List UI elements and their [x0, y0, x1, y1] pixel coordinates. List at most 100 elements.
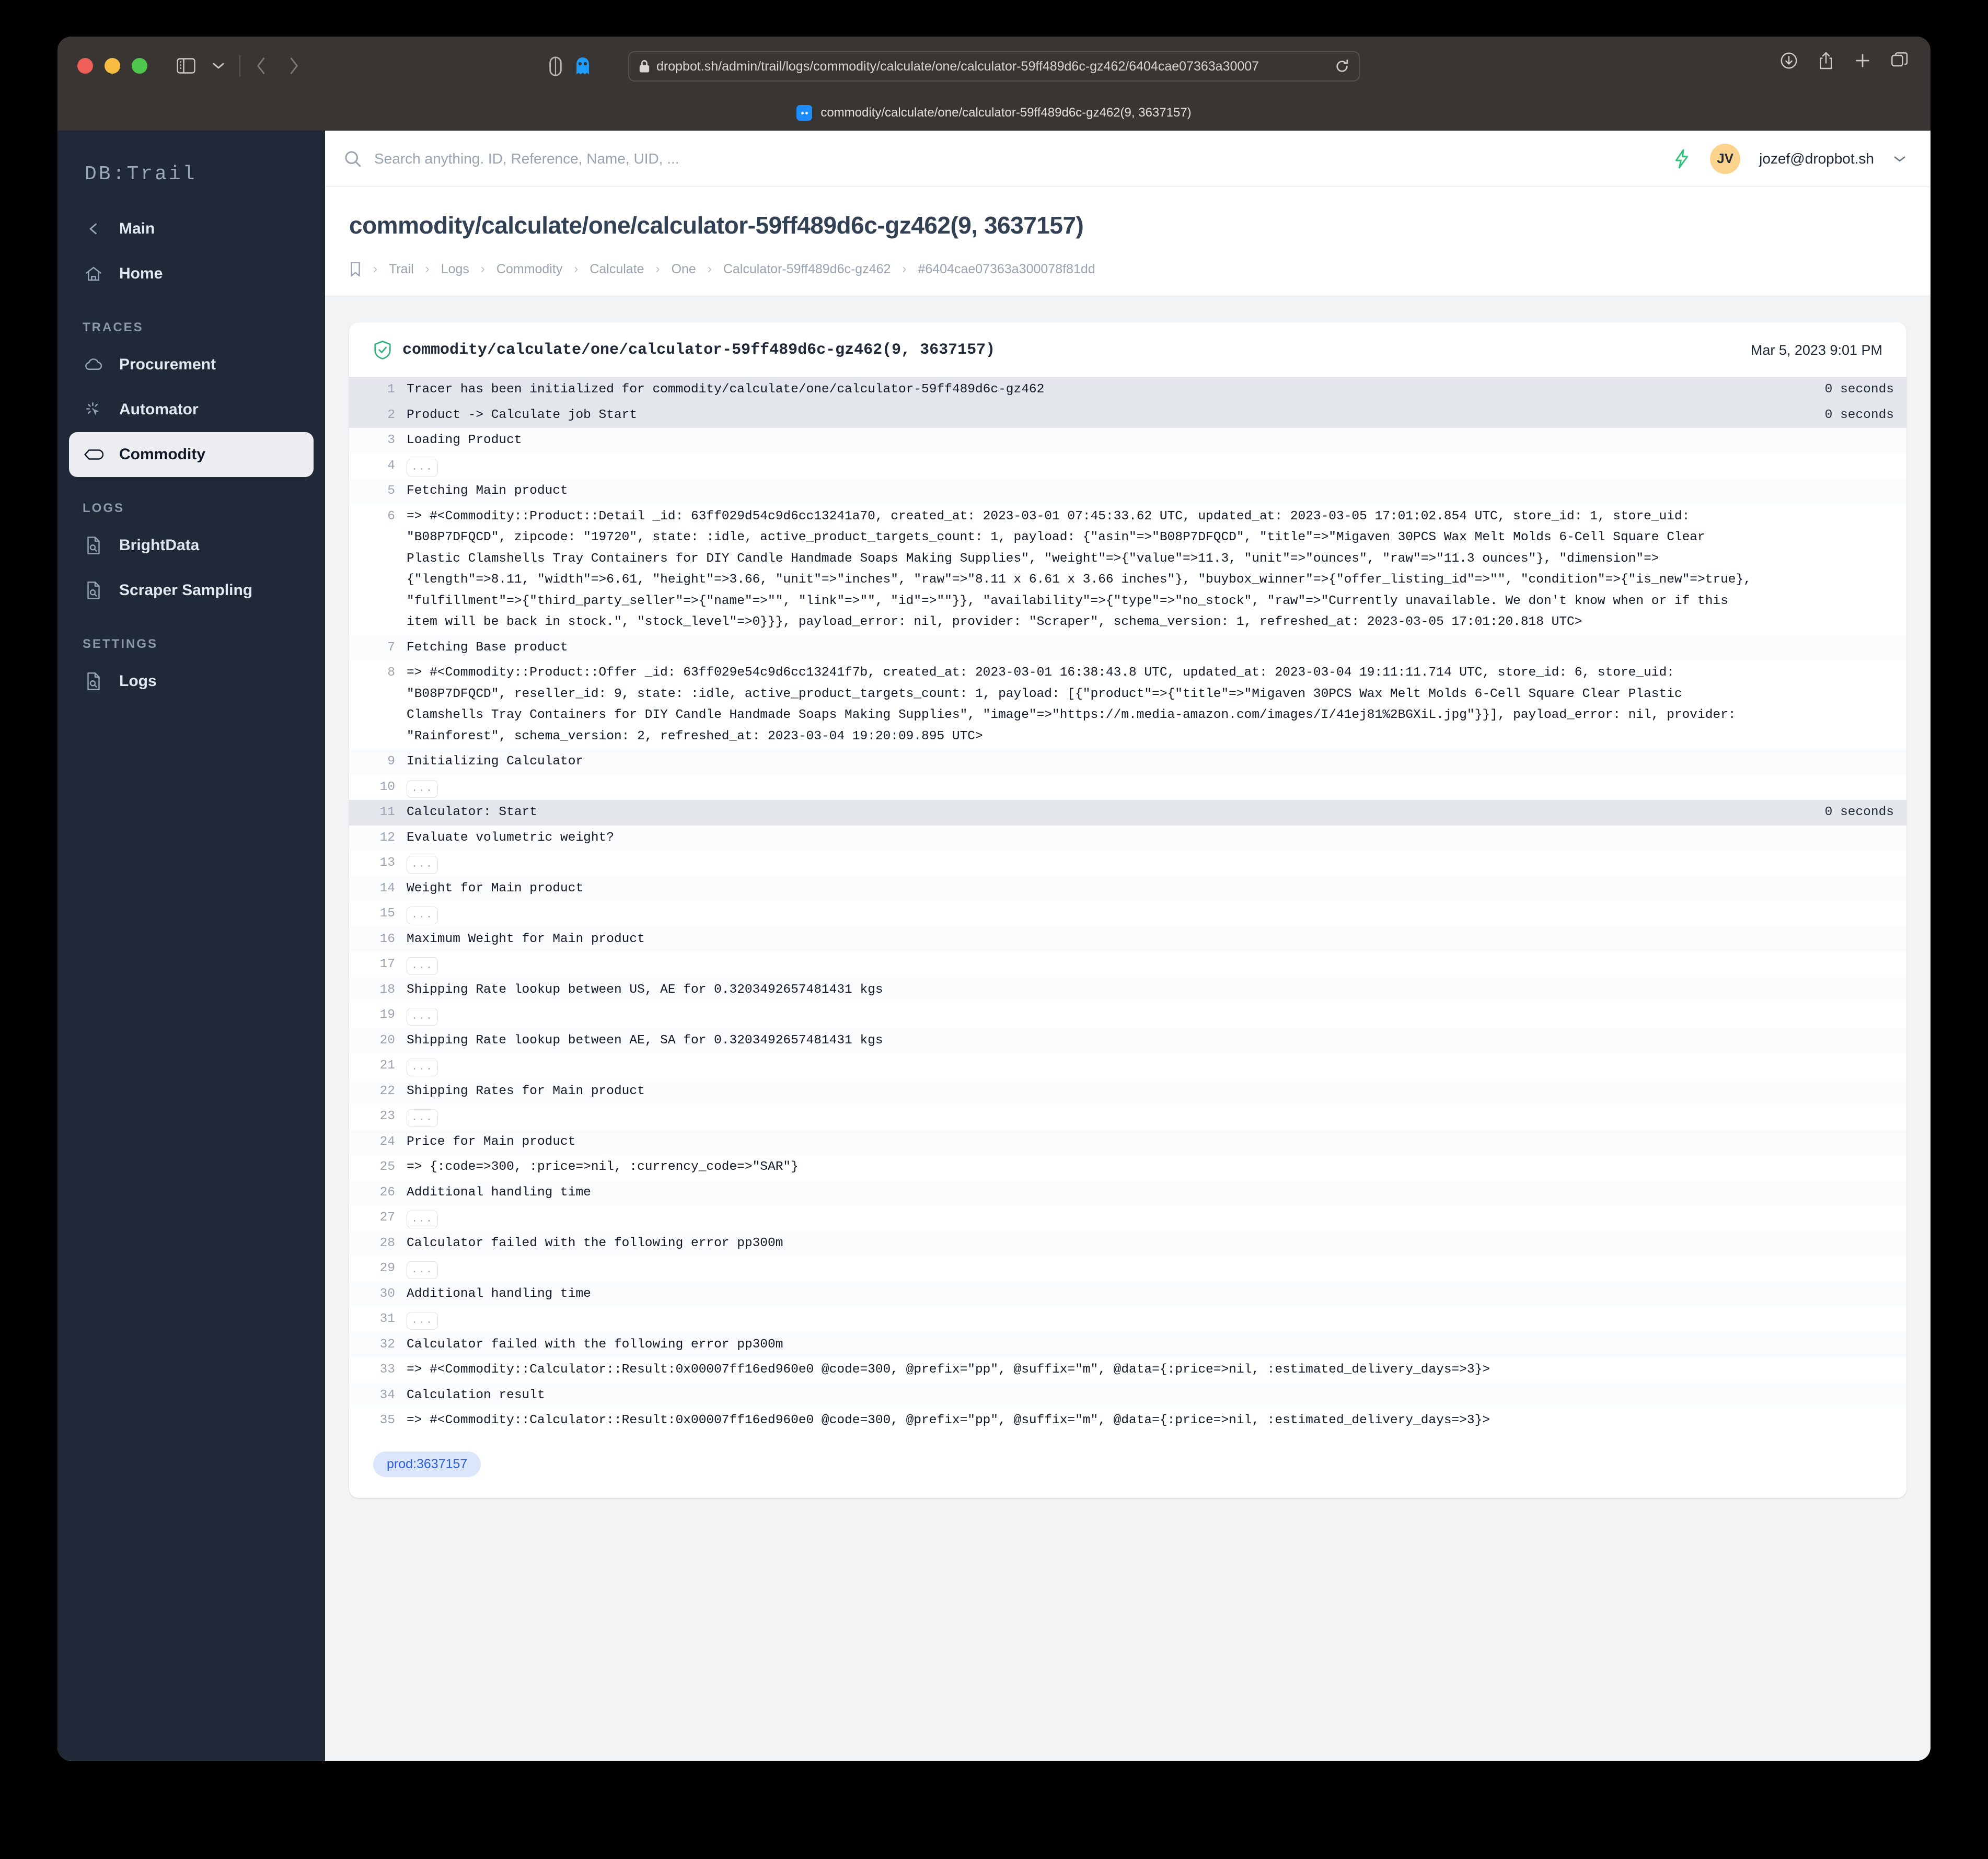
breadcrumb-item-trail[interactable]: Trail [389, 262, 414, 277]
breadcrumb-item-logs[interactable]: Logs [441, 262, 469, 277]
reload-icon[interactable] [1335, 59, 1349, 74]
log-row[interactable]: 25 => {:code=>300, :price=>nil, :currenc… [349, 1155, 1906, 1180]
maximize-window-button[interactable] [132, 58, 147, 74]
reader-mode-icon[interactable] [549, 56, 562, 76]
downloads-icon[interactable] [1780, 52, 1798, 69]
log-line-number: 30 [379, 1286, 395, 1301]
global-search[interactable] [344, 150, 1673, 168]
log-row[interactable]: 32 Calculator failed with the following … [349, 1332, 1906, 1357]
log-row[interactable]: 15 ... [349, 901, 1906, 927]
log-row[interactable]: 1 Tracer has been initialized for commod… [349, 377, 1906, 403]
log-row[interactable]: 11 Calculator: Start 0 seconds [349, 800, 1906, 826]
log-row[interactable]: 3 Loading Product [349, 428, 1906, 454]
log-row[interactable]: 22 Shipping Rates for Main product [349, 1078, 1906, 1104]
expand-ellipsis-button[interactable]: ... [407, 957, 438, 975]
log-row[interactable]: 16 Maximum Weight for Main product [349, 926, 1906, 952]
log-row[interactable]: 14 Weight for Main product [349, 876, 1906, 901]
breadcrumb-item-commodity[interactable]: Commodity [496, 262, 562, 277]
sidebar-item-brightdata[interactable]: BrightData [69, 523, 314, 568]
expand-ellipsis-button[interactable]: ... [407, 1211, 438, 1229]
status-badge[interactable]: prod:3637157 [373, 1451, 481, 1477]
expand-ellipsis-button[interactable]: ... [407, 1312, 438, 1330]
log-row[interactable]: 10 ... [349, 774, 1906, 800]
log-row[interactable]: 34 Calculation result [349, 1382, 1906, 1408]
log-line-duration: 0 seconds [1824, 805, 1894, 819]
tab-overview-icon[interactable] [1891, 52, 1909, 69]
sidebar-item-commodity[interactable]: Commodity [69, 432, 314, 477]
sidebar-item-automator[interactable]: Automator [69, 387, 314, 432]
minimize-window-button[interactable] [105, 58, 120, 74]
log-row[interactable]: 9 Initializing Calculator [349, 749, 1906, 775]
breadcrumb-item-one[interactable]: One [672, 262, 696, 277]
active-tab-title[interactable]: commodity/calculate/one/calculator-59ff4… [820, 106, 1191, 120]
log-row[interactable]: 6 => #<Commodity::Product::Detail _id: 6… [349, 504, 1906, 635]
breadcrumb-item-calculate[interactable]: Calculate [590, 262, 644, 277]
window-controls [77, 58, 147, 74]
log-row[interactable]: 24 Price for Main product [349, 1129, 1906, 1155]
breadcrumb-item-id[interactable]: #6404cae07363a300078f81dd [918, 262, 1095, 277]
expand-ellipsis-button[interactable]: ... [407, 1008, 438, 1026]
sidebar-toggle-icon[interactable] [171, 51, 201, 80]
log-row[interactable]: 20 Shipping Rate lookup between AE, SA f… [349, 1028, 1906, 1053]
log-row[interactable]: 8 => #<Commodity::Product::Offer _id: 63… [349, 660, 1906, 749]
sidebar-item-logs[interactable]: Logs [69, 659, 314, 704]
avatar[interactable]: JV [1710, 143, 1741, 174]
log-line-text: Loading Product [407, 433, 522, 447]
expand-ellipsis-button[interactable]: ... [407, 458, 438, 477]
log-row[interactable]: 29 ... [349, 1256, 1906, 1282]
expand-ellipsis-button[interactable]: ... [407, 907, 438, 925]
forward-button[interactable] [279, 51, 308, 80]
log-row[interactable]: 27 ... [349, 1205, 1906, 1231]
expand-ellipsis-button[interactable]: ... [407, 856, 438, 874]
log-row[interactable]: 31 ... [349, 1307, 1906, 1332]
log-line-number: 29 [379, 1261, 395, 1275]
expand-ellipsis-button[interactable]: ... [407, 1109, 438, 1128]
log-row[interactable]: 19 ... [349, 1003, 1906, 1028]
search-input[interactable] [374, 150, 1673, 167]
log-row[interactable]: 2 Product -> Calculate job Start 0 secon… [349, 402, 1906, 428]
trace-card-date: Mar 5, 2023 9:01 PM [1750, 342, 1882, 358]
log-line-text: Product -> Calculate job Start [407, 408, 638, 422]
log-row[interactable]: 21 ... [349, 1053, 1906, 1079]
sidebar-item-home[interactable]: Home [69, 251, 314, 296]
browser-toolbar-right [1780, 51, 1909, 70]
lightning-icon[interactable] [1672, 148, 1691, 169]
share-icon[interactable] [1818, 51, 1834, 70]
new-tab-icon[interactable] [1854, 52, 1871, 69]
sidebar-item-procurement[interactable]: Procurement [69, 342, 314, 387]
back-button[interactable] [247, 51, 276, 80]
log-row[interactable]: 23 ... [349, 1104, 1906, 1130]
breadcrumb-home-icon[interactable] [349, 261, 362, 277]
log-line-duration: 0 seconds [1824, 408, 1894, 422]
log-row[interactable]: 35 => #<Commodity::Calculator::Result:0x… [349, 1408, 1906, 1434]
app-brand: DB:Trail [85, 163, 197, 185]
log-row[interactable]: 30 Additional handling time [349, 1281, 1906, 1307]
log-lines: 1 Tracer has been initialized for commod… [349, 377, 1906, 1434]
log-row[interactable]: 7 Fetching Base product [349, 635, 1906, 660]
log-row[interactable]: 12 Evaluate volumetric weight? [349, 825, 1906, 851]
sidebar-item-main[interactable]: Main [69, 206, 314, 251]
breadcrumb-item-calculator[interactable]: Calculator-59ff489d6c-gz462 [723, 262, 891, 277]
sidebar-item-scraper-sampling[interactable]: Scraper Sampling [69, 568, 314, 613]
lock-icon [639, 60, 650, 73]
log-row[interactable]: 13 ... [349, 851, 1906, 876]
ghostery-extension-icon[interactable] [574, 56, 592, 76]
chevron-down-icon[interactable] [204, 51, 233, 80]
address-bar[interactable]: dropbot.sh/admin/trail/logs/commodity/ca… [628, 51, 1360, 82]
log-row[interactable]: 26 Additional handling time [349, 1180, 1906, 1205]
log-row[interactable]: 5 Fetching Main product [349, 479, 1906, 504]
sidebar-item-label: Home [119, 265, 163, 282]
chevron-down-icon[interactable] [1893, 154, 1906, 164]
expand-ellipsis-button[interactable]: ... [407, 1261, 438, 1280]
close-window-button[interactable] [77, 58, 93, 74]
address-url-text: dropbot.sh/admin/trail/logs/commodity/ca… [656, 59, 1259, 74]
trace-card-footer: prod:3637157 [349, 1434, 1906, 1498]
log-row[interactable]: 33 => #<Commodity::Calculator::Result:0x… [349, 1357, 1906, 1383]
expand-ellipsis-button[interactable]: ... [407, 780, 438, 798]
log-row[interactable]: 28 Calculator failed with the following … [349, 1230, 1906, 1256]
log-row[interactable]: 18 Shipping Rate lookup between US, AE f… [349, 977, 1906, 1003]
sidebar-item-label: Commodity [119, 446, 205, 463]
log-row[interactable]: 17 ... [349, 952, 1906, 978]
expand-ellipsis-button[interactable]: ... [407, 1059, 438, 1077]
log-row[interactable]: 4 ... [349, 453, 1906, 479]
